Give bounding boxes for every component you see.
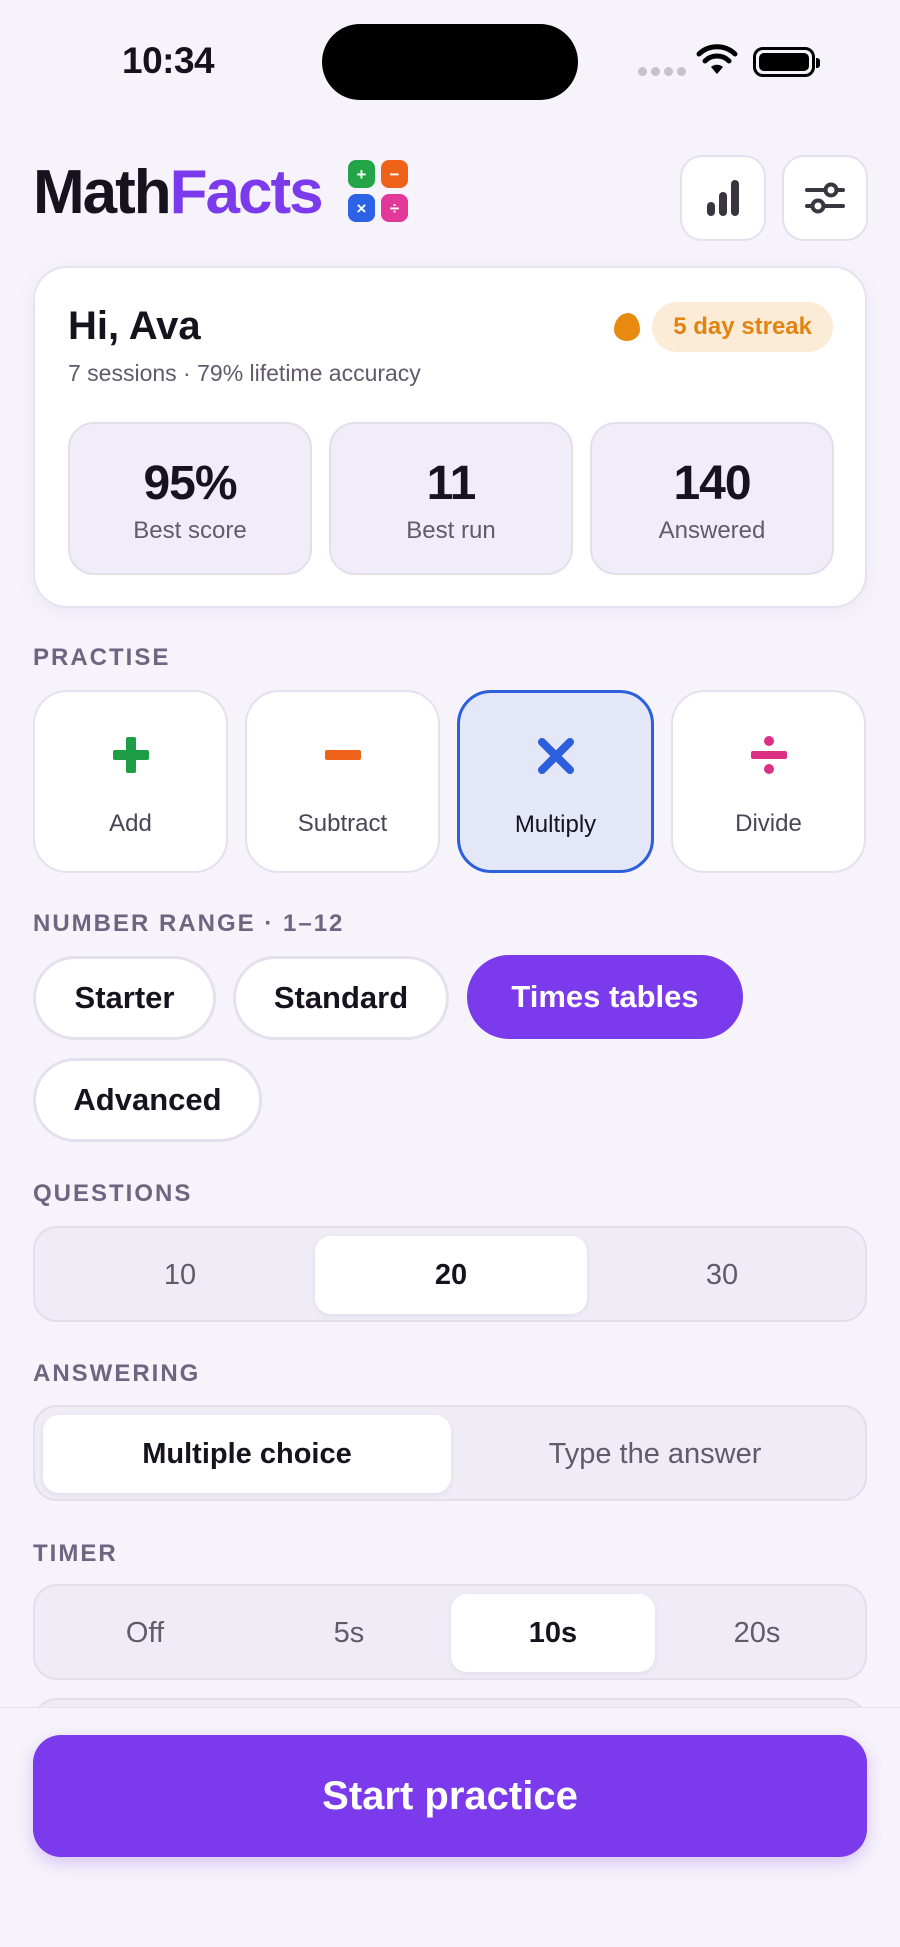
answering-label: ANSWERING bbox=[33, 1360, 201, 1387]
divide-icon bbox=[673, 730, 864, 780]
logo-tile-times: × bbox=[348, 194, 375, 222]
stats-button[interactable] bbox=[680, 155, 766, 241]
answering-multiple-choice[interactable]: Multiple choice bbox=[43, 1415, 451, 1493]
stat-value: 140 bbox=[673, 457, 751, 510]
range-starter[interactable]: Starter bbox=[33, 956, 216, 1040]
operation-multiply[interactable]: Multiply bbox=[457, 690, 654, 873]
stat-label: Best score bbox=[133, 517, 247, 544]
minus-icon bbox=[247, 730, 438, 780]
questions-segmented: 10 20 30 bbox=[33, 1226, 867, 1322]
app-header: MathFacts + − × ÷ bbox=[33, 155, 868, 241]
stat-answered: 140 Answered bbox=[590, 422, 834, 575]
profile-card: Hi, Ava 7 sessions · 79% lifetime accura… bbox=[33, 266, 867, 608]
timer-20s[interactable]: 20s bbox=[655, 1594, 859, 1672]
timer-10s[interactable]: 10s bbox=[451, 1594, 655, 1672]
stat-best-score: 95% Best score bbox=[68, 422, 312, 575]
app-logo: MathFacts bbox=[33, 158, 324, 227]
battery-icon bbox=[753, 47, 820, 77]
questions-20[interactable]: 20 bbox=[315, 1236, 587, 1314]
bar-chart-icon bbox=[707, 180, 739, 216]
operation-add[interactable]: Add bbox=[33, 690, 228, 873]
operation-label: Add bbox=[109, 810, 152, 837]
operation-subtract[interactable]: Subtract bbox=[245, 690, 440, 873]
operation-divide[interactable]: Divide bbox=[671, 690, 866, 873]
dynamic-island bbox=[322, 24, 578, 100]
timer-off[interactable]: Off bbox=[43, 1594, 247, 1672]
greeting: Hi, Ava bbox=[68, 304, 201, 348]
operation-label: Subtract bbox=[297, 810, 388, 837]
stat-best-run: 11 Best run bbox=[329, 422, 573, 575]
stat-value: 95% bbox=[143, 457, 237, 510]
cellular-signal-icon bbox=[638, 67, 686, 76]
stat-label: Answered bbox=[658, 517, 766, 544]
logo-tile-minus: − bbox=[381, 160, 408, 188]
status-time: 10:34 bbox=[122, 40, 215, 81]
questions-10[interactable]: 10 bbox=[45, 1236, 315, 1314]
range-standard[interactable]: Standard bbox=[233, 956, 449, 1040]
logo-tile-divide: ÷ bbox=[381, 194, 408, 222]
wifi-icon bbox=[696, 44, 738, 74]
range-advanced[interactable]: Advanced bbox=[33, 1058, 262, 1142]
answering-type-answer[interactable]: Type the answer bbox=[451, 1415, 859, 1493]
start-practice-button[interactable]: Start practice bbox=[33, 1735, 867, 1857]
questions-30[interactable]: 30 bbox=[587, 1236, 857, 1314]
streak-badge: 5 day streak bbox=[652, 302, 833, 352]
operation-picker: Add Subtract Multiply Divide bbox=[33, 690, 866, 873]
status-bar: 10:34 bbox=[0, 0, 900, 110]
logo-tile-plus: + bbox=[348, 160, 375, 188]
flame-icon bbox=[614, 313, 641, 341]
timer-segmented: Off 5s 10s 20s bbox=[33, 1584, 867, 1680]
questions-label: QUESTIONS bbox=[33, 1180, 193, 1207]
sliders-icon bbox=[805, 182, 845, 214]
stat-label: Best run bbox=[406, 517, 496, 544]
times-icon bbox=[460, 731, 651, 781]
settings-button[interactable] bbox=[782, 155, 868, 241]
answering-segmented: Multiple choice Type the answer bbox=[33, 1405, 867, 1501]
stats-row: 95% Best score 11 Best run 140 Answered bbox=[68, 422, 834, 575]
timer-5s[interactable]: 5s bbox=[247, 1594, 451, 1672]
timer-label: TIMER bbox=[33, 1540, 118, 1567]
plus-icon bbox=[35, 730, 226, 780]
logo-operations-icon: + − × ÷ bbox=[348, 160, 410, 222]
profile-subtitle: 7 sessions · 79% lifetime accuracy bbox=[68, 360, 421, 386]
range-times-tables[interactable]: Times tables bbox=[467, 955, 743, 1039]
number-range-label: NUMBER RANGE · 1–12 bbox=[33, 910, 345, 937]
streak: 5 day streak bbox=[614, 302, 833, 352]
operation-label: Divide bbox=[735, 810, 802, 837]
stat-value: 11 bbox=[426, 457, 477, 510]
operation-label: Multiply bbox=[514, 811, 597, 838]
practise-label: PRACTISE bbox=[33, 644, 171, 671]
